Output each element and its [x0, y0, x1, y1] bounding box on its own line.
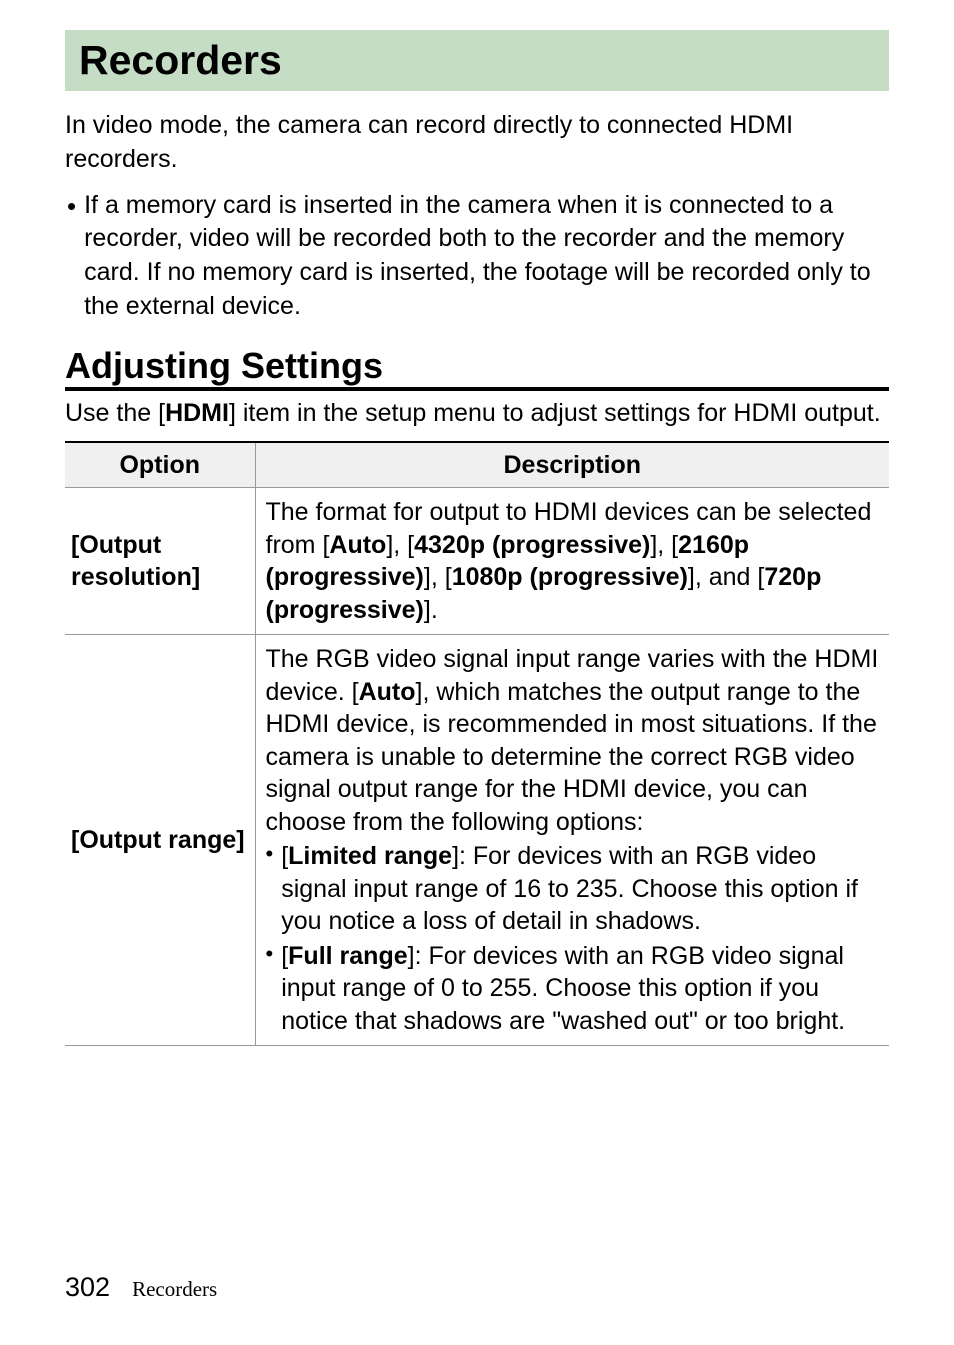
option-bold: Output resolution	[71, 531, 192, 592]
desc-r0-b4: 1080p (progressive)	[452, 563, 688, 591]
subheading-container: Adjusting Settings	[65, 346, 889, 392]
intro-text: In video mode, the camera can record dir…	[65, 111, 793, 173]
desc-cell-output-resolution: The format for output to HDMI devices ca…	[255, 488, 889, 635]
desc-r1-b1-text: [Limited range]: For devices with an RGB…	[281, 840, 879, 938]
desc-r0-mid2: ], [	[650, 531, 678, 559]
section-title-text: Recorders	[79, 37, 282, 83]
bullet-dot-icon: •	[67, 189, 76, 324]
desc-r1-p-b: Auto	[359, 678, 416, 706]
option-bold: Output range	[79, 826, 236, 854]
main-bullet-text: If a memory card is inserted in the came…	[84, 189, 889, 324]
settings-table: Option Description [Output resolution] T…	[65, 441, 889, 1047]
desc-r1-b2-b: Full range	[288, 942, 407, 970]
desc-r0-b1: Auto	[329, 531, 386, 559]
footer-section-label: Recorders	[132, 1277, 217, 1302]
desc-r1-b1-b: Limited range	[288, 842, 452, 870]
sub-intro-post: ] item in the setup menu to adjust setti…	[229, 399, 881, 427]
desc-r0-mid4: ], and [	[688, 563, 764, 591]
desc-r1-paragraph: The RGB video signal input range varies …	[266, 643, 880, 838]
sub-intro-pre: Use the [	[65, 399, 165, 427]
subheading-text: Adjusting Settings	[65, 345, 383, 386]
bullet-dot-icon: •	[266, 940, 274, 1038]
desc-r0-b2: 4320p (progressive)	[414, 531, 650, 559]
table-header-row: Option Description	[65, 442, 889, 488]
desc-r1-bullet-1: • [Limited range]: For devices with an R…	[266, 840, 880, 938]
option-post: ]	[236, 826, 244, 854]
page-footer: 302 Recorders	[65, 1272, 217, 1303]
page-number: 302	[65, 1272, 110, 1303]
sub-intro-bold: HDMI	[165, 399, 229, 427]
section-header: Recorders	[65, 30, 889, 91]
desc-r1-b2-text: [Full range]: For devices with an RGB vi…	[281, 940, 879, 1038]
desc-r0-mid1: ], [	[386, 531, 414, 559]
table-row: [Output resolution] The format for outpu…	[65, 488, 889, 635]
desc-r0-post: ].	[424, 596, 438, 624]
option-cell-output-range: [Output range]	[65, 635, 255, 1046]
table-header-description: Description	[255, 442, 889, 488]
bullet-dot-icon: •	[266, 840, 274, 938]
intro-paragraph: In video mode, the camera can record dir…	[65, 109, 889, 177]
sub-intro-paragraph: Use the [HDMI] item in the setup menu to…	[65, 397, 889, 431]
subheading: Adjusting Settings	[65, 346, 889, 386]
main-bullet: • If a memory card is inserted in the ca…	[67, 189, 889, 324]
table-row: [Output range] The RGB video signal inpu…	[65, 635, 889, 1046]
table-header-option: Option	[65, 442, 255, 488]
option-cell-output-resolution: [Output resolution]	[65, 488, 255, 635]
desc-r0-mid3: ], [	[424, 563, 452, 591]
desc-cell-output-range: The RGB video signal input range varies …	[255, 635, 889, 1046]
option-post: ]	[192, 563, 200, 591]
desc-r1-bullet-2: • [Full range]: For devices with an RGB …	[266, 940, 880, 1038]
